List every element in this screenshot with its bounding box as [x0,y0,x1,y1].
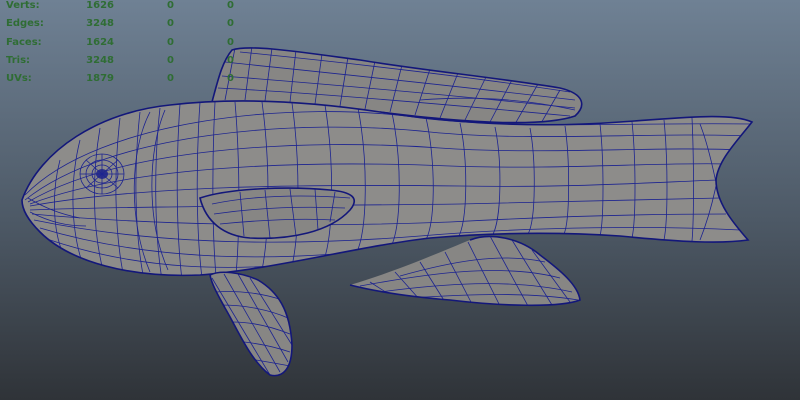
hud-label: Verts: [6,0,40,11]
hud-value: 0 [227,37,234,48]
hud-value: 0 [167,73,174,84]
hud-value: 0 [167,18,174,29]
hud-value: 0 [227,18,234,29]
viewport-panel[interactable]: Verts: 1626 0 0 Edges: 3248 0 0 Faces: 1… [0,0,800,400]
hud-value: 0 [227,0,234,11]
fish-body [21,100,754,277]
hud-value: 3248 [86,18,114,29]
hud-value: 0 [167,55,174,66]
hud-value: 1624 [86,37,114,48]
eye-mesh [79,153,125,195]
hud-value: 0 [167,0,174,11]
hud-value: 1879 [86,73,114,84]
hud-value: 3248 [86,55,114,66]
hud-value: 0 [227,55,234,66]
pelvic-fin [209,271,293,377]
fish-mesh[interactable] [0,0,800,400]
hud-value: 0 [167,37,174,48]
anal-fin [349,235,581,307]
hud-label: Faces: [6,37,42,48]
hud-value: 1626 [86,0,114,11]
hud-label: Edges: [6,18,44,29]
hud-label: UVs: [6,73,32,84]
hud-value: 0 [227,73,234,84]
hud-label: Tris: [6,55,31,66]
